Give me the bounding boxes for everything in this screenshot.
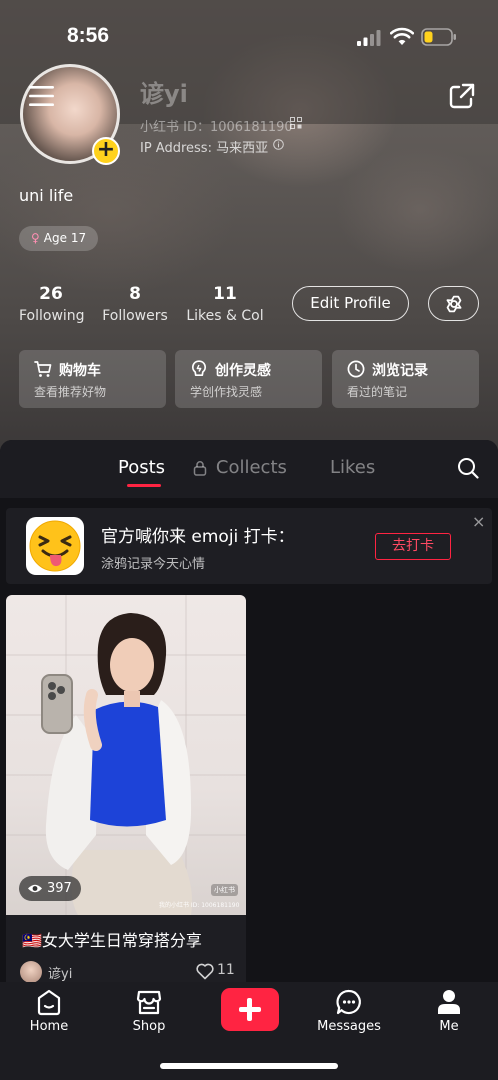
gender-age-badge: ♀ Age 17 [19,226,99,251]
stat-followers[interactable]: 8 Followers [102,284,168,324]
username: 谚yi [140,80,188,108]
shortcut-creative-title: 创作灵感 [215,363,271,379]
emoji-thumbnail [26,517,84,575]
checkin-button[interactable]: 去打卡 [375,533,451,560]
info-icon[interactable] [273,139,284,150]
home-indicator [160,1063,338,1069]
laughing-emoji-icon [29,520,81,572]
nav-me[interactable]: Me [404,982,494,1034]
post-author-avatar[interactable] [20,961,42,983]
profile-tabs: Posts Collects Likes [0,440,498,498]
search-icon[interactable] [457,457,479,479]
ip-address: IP Address: 马来西亚 [140,141,269,156]
wifi-icon [390,27,414,45]
heart-icon[interactable] [195,961,215,981]
following-label: Following [19,308,85,324]
post-author[interactable]: 谚yi [48,963,72,982]
qr-code-icon[interactable] [290,117,302,129]
cart-icon [34,361,52,377]
post-title: 🇲🇾女大学生日常穿搭分享 [22,931,202,950]
banner-title: 官方喊你来 emoji 打卡： [101,527,295,547]
watermark-id: 我的小红书 ID: 1006181190 [159,902,240,909]
likes-count: 11 [213,284,237,304]
edit-profile-button[interactable]: Edit Profile [292,286,409,321]
create-post-button[interactable] [221,988,279,1031]
nav-shop-label: Shop [132,1019,166,1034]
menu-icon[interactable] [28,84,56,108]
nav-messages-label: Messages [317,1019,381,1034]
shortcut-creative-subtitle: 学创作找灵感 [190,385,263,399]
tab-likes[interactable]: Likes [330,457,375,478]
banner-subtitle: 涂鸦记录今天心情 [101,557,206,572]
followers-count: 8 [129,284,141,304]
close-icon[interactable]: × [472,512,485,531]
user-id: 小红书 ID：1006181190 [140,120,293,135]
eye-icon [28,884,42,893]
shortcut-history-title: 浏览记录 [372,363,428,379]
stat-likes-collects[interactable]: 11 Likes & Col [186,284,264,324]
shortcut-history-subtitle: 看过的笔记 [347,385,408,399]
add-avatar-button[interactable]: + [92,137,120,165]
view-count: 397 [47,881,72,896]
nav-messages[interactable]: Messages [304,982,394,1034]
status-bar: 8:56 [0,22,498,52]
clock-icon [347,360,365,378]
view-count-badge: 397 [19,876,81,901]
stat-following[interactable]: 26 Following [19,284,85,324]
active-tab-indicator [127,484,161,487]
watermark: 小红书 [211,884,238,896]
tab-collects[interactable]: Collects [193,457,287,478]
post-like-count: 11 [217,962,235,978]
bio: uni life [19,186,74,205]
nav-shop[interactable]: Shop [104,982,194,1034]
age-label: Age 17 [43,231,87,245]
gear-icon [446,295,462,313]
following-count: 26 [39,284,63,304]
tab-collects-label: Collects [215,457,287,478]
shortcut-cart[interactable]: 购物车 查看推荐好物 [19,350,166,408]
shortcut-cart-title: 购物车 [59,363,101,379]
settings-button[interactable] [428,286,479,321]
post-image[interactable] [6,595,246,915]
battery-icon [421,28,456,46]
post-card[interactable]: 397 小红书 我的小红书 ID: 1006181190 🇲🇾女大学生日常穿搭分… [6,595,246,995]
shop-icon [136,990,162,1015]
nav-home[interactable]: Home [4,982,94,1034]
emoji-checkin-banner[interactable]: 官方喊你来 emoji 打卡： 涂鸦记录今天心情 去打卡 × [6,508,492,584]
shortcut-creative[interactable]: 创作灵感 学创作找灵感 [175,350,322,408]
post-photo-illustration [6,595,246,915]
nav-me-label: Me [439,1019,459,1034]
person-icon [438,990,460,1014]
followers-label: Followers [102,308,168,324]
status-time: 8:56 [67,24,110,47]
shortcut-history[interactable]: 浏览记录 看过的笔记 [332,350,479,408]
nav-home-label: Home [29,1019,69,1034]
likes-label: Likes & Col [186,308,264,324]
bulb-icon [191,360,207,377]
message-icon [336,989,361,1015]
signal-icon [357,30,381,46]
female-icon: ♀ [31,231,40,245]
tab-posts[interactable]: Posts [118,457,165,478]
shortcut-cart-subtitle: 查看推荐好物 [34,385,107,399]
home-icon [37,989,61,1016]
share-icon[interactable] [448,82,476,110]
